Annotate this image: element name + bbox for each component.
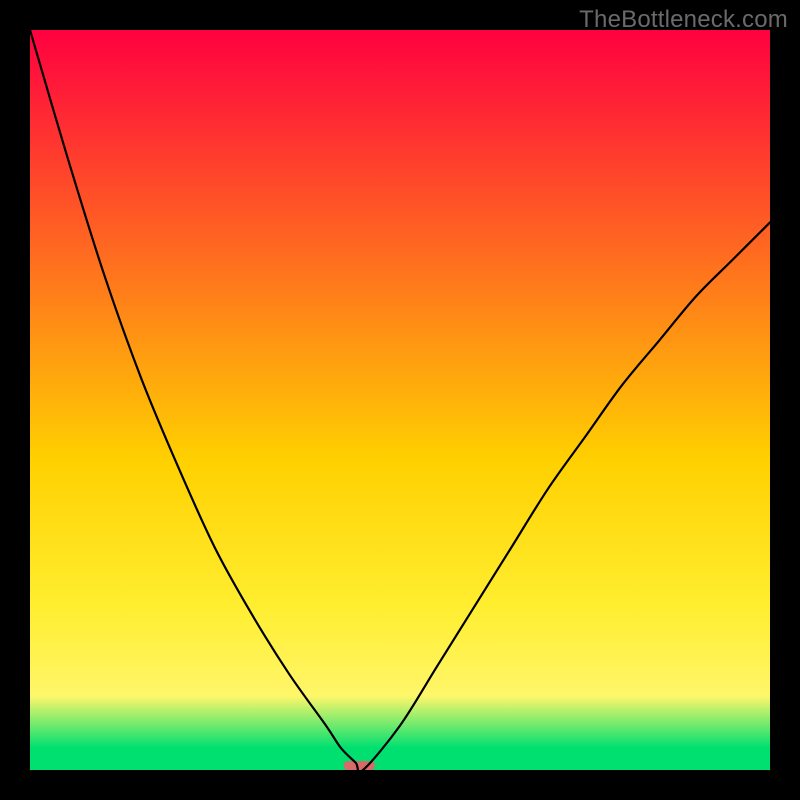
bottleneck-chart <box>30 30 770 770</box>
watermark-text: TheBottleneck.com <box>579 6 788 34</box>
chart-background <box>30 30 770 770</box>
